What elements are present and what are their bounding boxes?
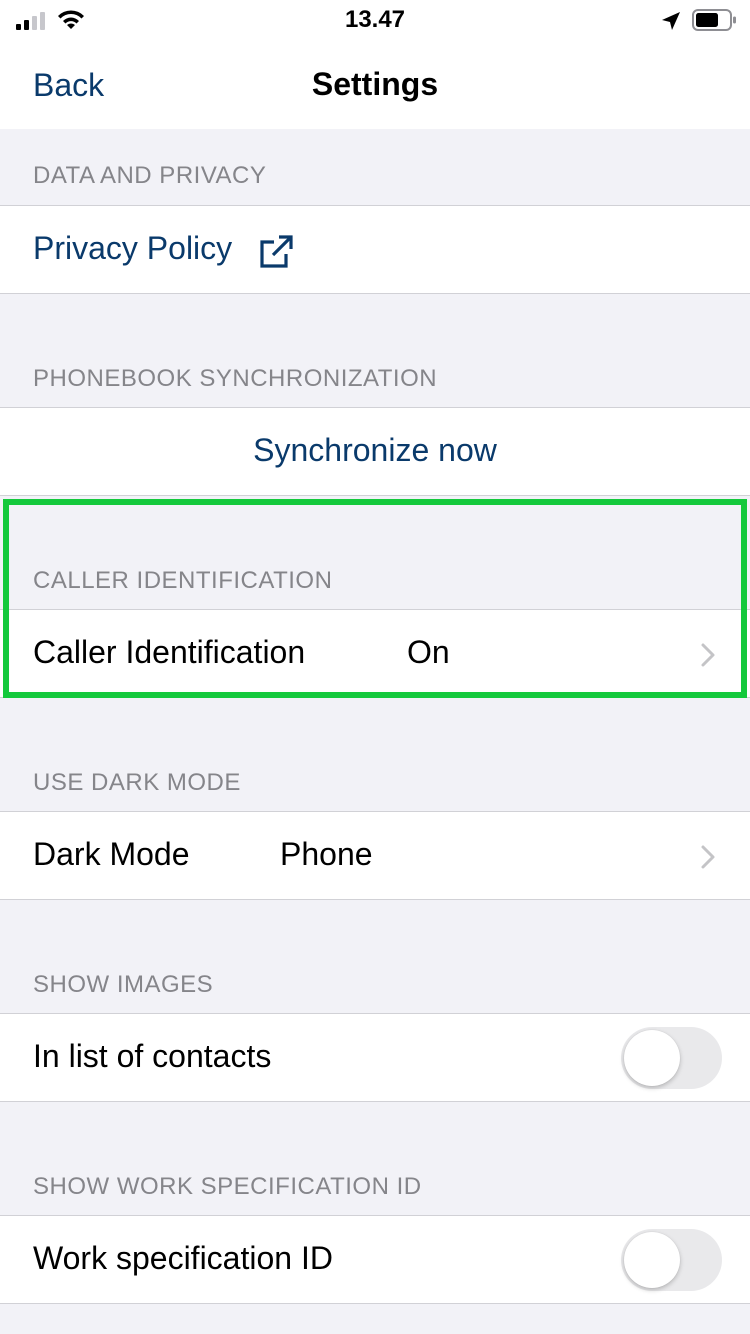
work-spec-label: Work specification ID <box>33 1240 333 1276</box>
dark-mode-value: Phone <box>280 836 373 872</box>
section-header-phonebook: PHONEBOOK SYNCHRONIZATION <box>33 365 438 392</box>
status-bar: 13.47 <box>0 0 750 40</box>
external-link-icon <box>260 235 293 268</box>
toggle-knob <box>624 1232 680 1288</box>
synchronize-now-button[interactable]: Synchronize now <box>0 432 750 469</box>
dark-mode-label: Dark Mode <box>33 836 190 872</box>
work-spec-toggle[interactable] <box>621 1229 722 1291</box>
section-header-caller-id: CALLER IDENTIFICATION <box>33 567 333 594</box>
page-title: Settings <box>311 66 439 102</box>
status-time: 13.47 <box>344 6 406 33</box>
location-arrow-icon <box>662 12 680 30</box>
synchronize-now-cell[interactable]: Synchronize now <box>0 407 750 496</box>
show-images-toggle[interactable] <box>621 1027 722 1089</box>
caller-identification-label: Caller Identification <box>33 634 306 670</box>
work-spec-cell: Work specification ID <box>0 1215 750 1304</box>
battery-icon <box>692 9 736 31</box>
show-images-label: In list of contacts <box>33 1038 272 1074</box>
dark-mode-cell[interactable]: Dark Mode Phone <box>0 811 750 900</box>
caller-identification-value: On <box>407 634 450 670</box>
privacy-policy-cell[interactable]: Privacy Policy <box>0 205 750 294</box>
privacy-policy-label: Privacy Policy <box>33 230 233 266</box>
chevron-right-icon <box>701 845 715 869</box>
section-header-work-spec: SHOW WORK SPECIFICATION ID <box>33 1173 422 1200</box>
chevron-right-icon <box>701 643 715 667</box>
navigation-bar: Back Settings <box>0 40 750 129</box>
section-header-show-images: SHOW IMAGES <box>33 971 214 998</box>
section-header-data-privacy: DATA AND PRIVACY <box>33 162 267 189</box>
show-images-cell: In list of contacts <box>0 1013 750 1102</box>
caller-identification-cell[interactable]: Caller Identification On <box>0 609 750 698</box>
section-header-dark-mode: USE DARK MODE <box>33 769 241 796</box>
toggle-knob <box>624 1030 680 1086</box>
